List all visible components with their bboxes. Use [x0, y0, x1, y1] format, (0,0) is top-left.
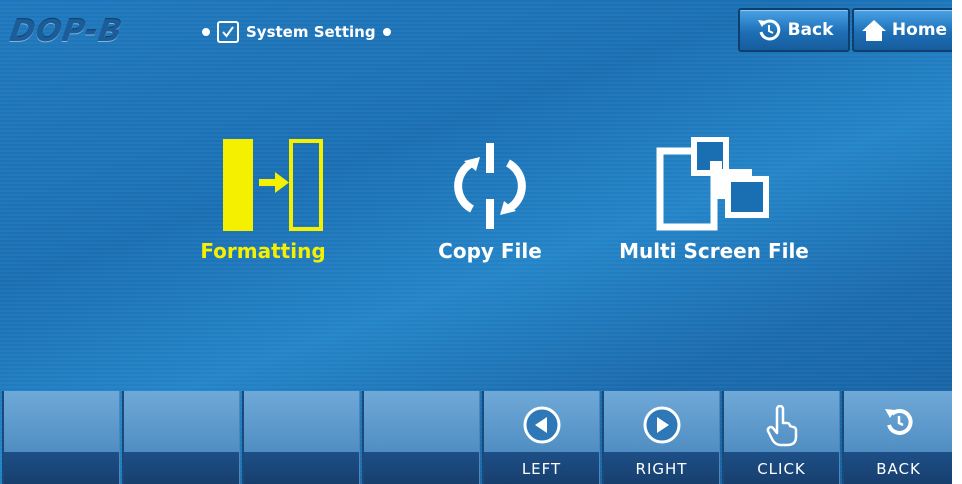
- function-key-4[interactable]: [362, 391, 480, 484]
- bullet-dot-right: [382, 28, 391, 36]
- back-function-label: BACK: [876, 460, 921, 478]
- back-arrow-icon: [884, 408, 913, 435]
- copy-file-label: Copy File: [438, 239, 542, 263]
- back-button[interactable]: Back: [738, 8, 850, 52]
- right-button[interactable]: RIGHT: [602, 391, 720, 484]
- back-button-label: Back: [787, 20, 834, 40]
- screen-title: System Setting: [202, 20, 391, 44]
- bottom-function-bar: LEFT RIGHT CLICK BACK: [0, 391, 952, 484]
- click-button[interactable]: CLICK: [722, 391, 840, 484]
- back-arrow-icon: [757, 19, 780, 41]
- multi-screen-file-icon: [656, 137, 769, 231]
- home-button-label: Home: [891, 20, 948, 40]
- formatting-button[interactable]: Formatting: [188, 137, 338, 263]
- back-function-button[interactable]: BACK: [842, 391, 952, 484]
- arrow-right-circle-icon: [643, 406, 680, 444]
- pointer-hand-icon: [766, 405, 797, 447]
- checkbox-icon: [217, 21, 239, 43]
- click-button-label: CLICK: [757, 460, 806, 478]
- function-key-3[interactable]: [242, 391, 360, 484]
- dop-b-logo: DOP-B: [7, 14, 125, 49]
- screen-title-text: System Setting: [246, 23, 376, 41]
- right-button-label: RIGHT: [635, 460, 688, 478]
- function-key-1[interactable]: [2, 391, 120, 484]
- function-key-2[interactable]: [122, 391, 240, 484]
- copy-file-button[interactable]: Copy File: [420, 137, 560, 263]
- home-icon: [861, 20, 886, 41]
- hmi-screen: DOP-B System Setting Back Home Formattin…: [0, 0, 952, 484]
- home-button[interactable]: Home: [852, 8, 952, 52]
- format-icon: [223, 139, 323, 231]
- multi-screen-file-label: Multi Screen File: [619, 239, 809, 263]
- arrow-left-circle-icon: [523, 406, 560, 444]
- screen-border: [952, 0, 962, 484]
- left-button-label: LEFT: [521, 460, 562, 478]
- formatting-label: Formatting: [200, 239, 326, 263]
- multi-screen-file-button[interactable]: Multi Screen File: [604, 137, 824, 263]
- left-button[interactable]: LEFT: [482, 391, 600, 484]
- bullet-dot-left: [202, 28, 210, 36]
- copy-file-icon: [454, 143, 526, 229]
